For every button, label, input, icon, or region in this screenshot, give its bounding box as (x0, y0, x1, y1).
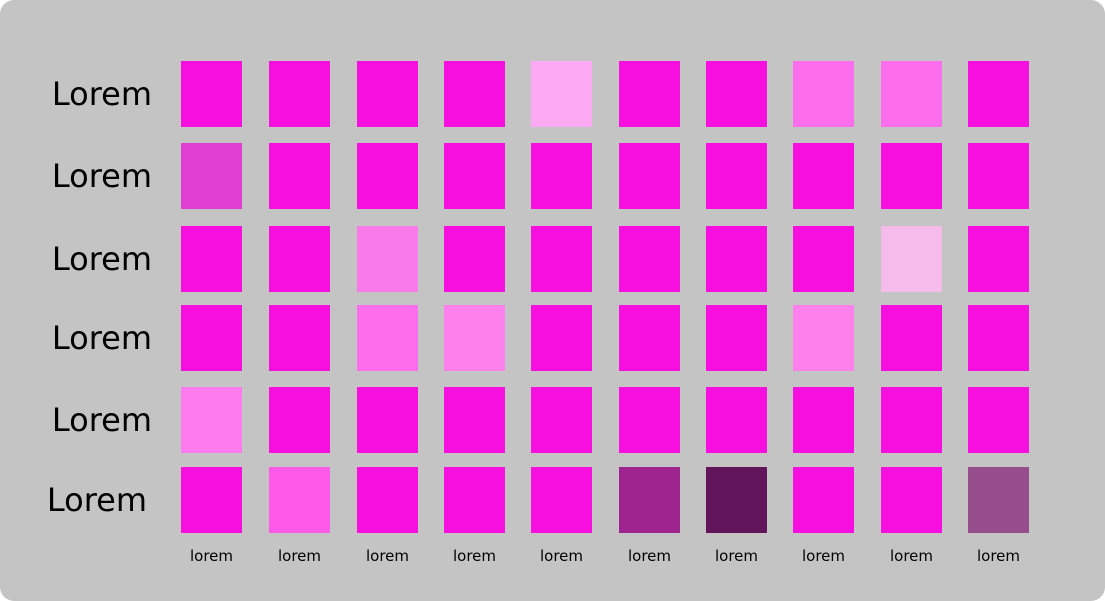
heatmap-cell-r6-c8 (793, 467, 854, 533)
heatmap-cell-r3-c4 (444, 226, 505, 292)
heatmap-cell-r3-c8 (793, 226, 854, 292)
heatmap-cell-r3-c10 (968, 226, 1029, 292)
heatmap-cell-r3-c2 (269, 226, 330, 292)
column-label-6: lorem (628, 547, 671, 565)
heatmap-cell-r6-c6 (619, 467, 680, 533)
heatmap-cell-r5-c10 (968, 387, 1029, 453)
heatmap-cell-r6-c10 (968, 467, 1029, 533)
heatmap-cell-r5-c4 (444, 387, 505, 453)
heatmap-cell-r5-c2 (269, 387, 330, 453)
heatmap-cell-r1-c4 (444, 61, 505, 127)
heatmap-cell-r1-c6 (619, 61, 680, 127)
heatmap-cell-r2-c1 (181, 143, 242, 209)
heatmap-cell-r2-c3 (357, 143, 418, 209)
row-label-6: Lorem (47, 481, 147, 519)
heatmap-cell-r5-c7 (706, 387, 767, 453)
heatmap-cell-r2-c4 (444, 143, 505, 209)
heatmap-cell-r3-c9 (881, 226, 942, 292)
heatmap-cell-r4-c5 (531, 305, 592, 371)
heatmap-cell-r4-c10 (968, 305, 1029, 371)
heatmap-cell-r6-c1 (181, 467, 242, 533)
heatmap-cell-r3-c3 (357, 226, 418, 292)
heatmap-cell-r1-c9 (881, 61, 942, 127)
heatmap-cell-r4-c9 (881, 305, 942, 371)
heatmap-cell-r6-c9 (881, 467, 942, 533)
column-label-1: lorem (190, 547, 233, 565)
row-label-2: Lorem (52, 157, 152, 195)
row-label-1: Lorem (52, 75, 152, 113)
heatmap-cell-r3-c5 (531, 226, 592, 292)
heatmap-cell-r1-c10 (968, 61, 1029, 127)
heatmap-cell-r1-c7 (706, 61, 767, 127)
heatmap-cell-r3-c6 (619, 226, 680, 292)
heatmap-cell-r1-c5 (531, 61, 592, 127)
heatmap-chart: Lorem Lorem Lorem Lorem Lorem Lorem lorem lorem… (47, 61, 1029, 565)
heatmap-cell-r2-c8 (793, 143, 854, 209)
heatmap-cell-r2-c10 (968, 143, 1029, 209)
heatmap-cell-r5-c6 (619, 387, 680, 453)
heatmap-cell-r4-c2 (269, 305, 330, 371)
column-label-8: lorem (802, 547, 845, 565)
heatmap-cell-r4-c6 (619, 305, 680, 371)
heatmap-cell-r6-c7 (706, 467, 767, 533)
column-label-7: lorem (715, 547, 758, 565)
heatmap-cell-r4-c1 (181, 305, 242, 371)
heatmap-cell-r2-c2 (269, 143, 330, 209)
heatmap-cell-r2-c9 (881, 143, 942, 209)
heatmap-cell-r6-c3 (357, 467, 418, 533)
row-label-4: Lorem (52, 319, 152, 357)
heatmap-cell-r2-c5 (531, 143, 592, 209)
heatmap-cell-r5-c5 (531, 387, 592, 453)
heatmap-cell-r6-c2 (269, 467, 330, 533)
chart-panel: Lorem Lorem Lorem Lorem Lorem Lorem lorem lorem… (0, 0, 1105, 601)
heatmap-cell-r4-c3 (357, 305, 418, 371)
column-label-9: lorem (890, 547, 933, 565)
heatmap-cell-r5-c1 (181, 387, 242, 453)
heatmap-cell-r2-c7 (706, 143, 767, 209)
heatmap-cell-r1-c1 (181, 61, 242, 127)
heatmap-cell-r5-c3 (357, 387, 418, 453)
row-label-3: Lorem (52, 240, 152, 278)
heatmap-cell-r6-c4 (444, 467, 505, 533)
heatmap-cell-r6-c5 (531, 467, 592, 533)
heatmap-cell-r4-c7 (706, 305, 767, 371)
heatmap-cell-r2-c6 (619, 143, 680, 209)
heatmap-cell-r1-c2 (269, 61, 330, 127)
heatmap-cell-r3-c7 (706, 226, 767, 292)
column-label-4: lorem (453, 547, 496, 565)
heatmap-cell-r1-c3 (357, 61, 418, 127)
heatmap-cell-r4-c4 (444, 305, 505, 371)
heatmap-cell-r3-c1 (181, 226, 242, 292)
column-label-5: lorem (540, 547, 583, 565)
column-label-3: lorem (366, 547, 409, 565)
row-label-5: Lorem (52, 401, 152, 439)
heatmap-cell-r5-c8 (793, 387, 854, 453)
heatmap-cell-r5-c9 (881, 387, 942, 453)
column-label-10: lorem (977, 547, 1020, 565)
heatmap-cell-r1-c8 (793, 61, 854, 127)
column-label-2: lorem (278, 547, 321, 565)
heatmap-cell-r4-c8 (793, 305, 854, 371)
